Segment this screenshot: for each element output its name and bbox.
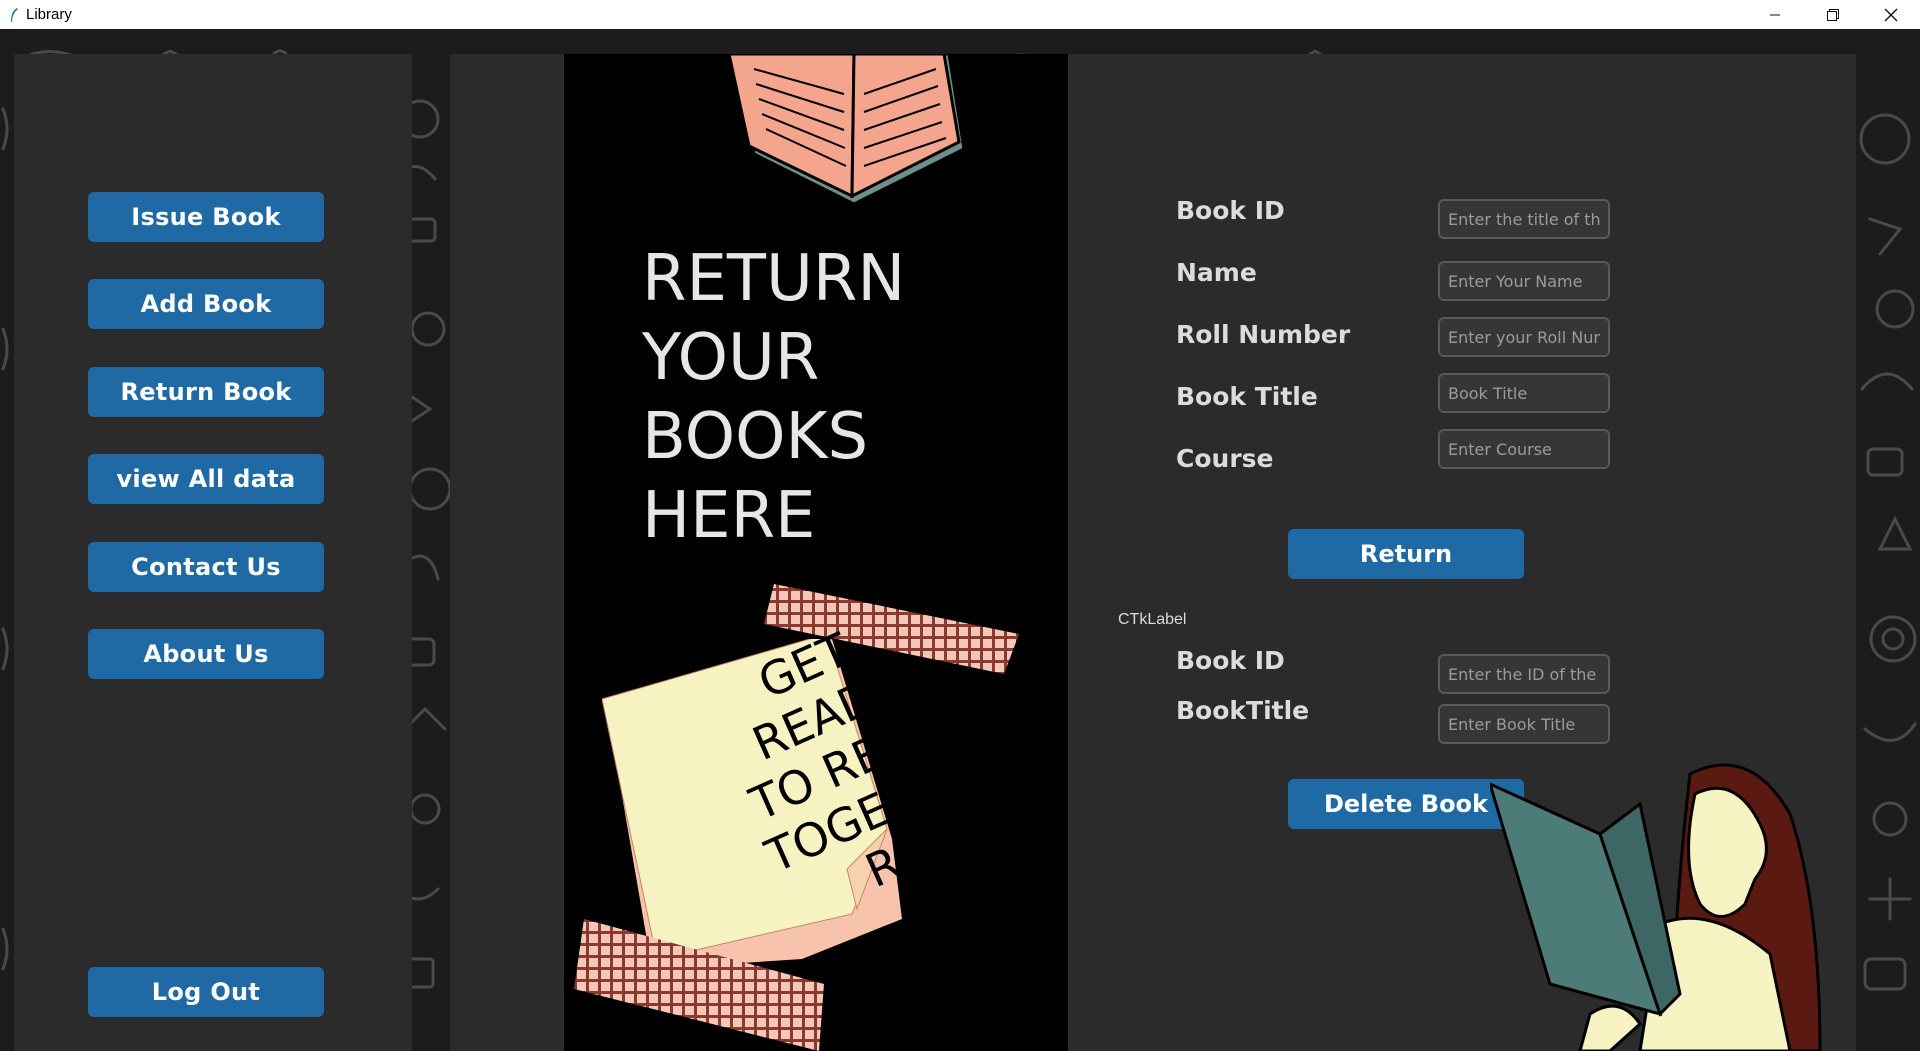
feather-icon: [0, 0, 28, 29]
delete-book-title-input[interactable]: [1438, 704, 1610, 744]
window-titlebar: Library: [0, 0, 1920, 29]
minimize-icon[interactable]: [1746, 0, 1804, 29]
headline-line: HERE: [642, 479, 816, 553]
name-label: Name: [1176, 258, 1257, 287]
open-book-illustration: [727, 54, 966, 206]
headline-line: RETURN: [642, 242, 906, 316]
return-book-button[interactable]: Return Book: [88, 367, 324, 417]
course-input[interactable]: [1438, 429, 1610, 469]
return-button[interactable]: Return: [1288, 529, 1524, 579]
log-out-button[interactable]: Log Out: [88, 967, 324, 1017]
delete-book-id-label: Book ID: [1176, 646, 1285, 675]
view-all-data-button[interactable]: view All data: [88, 454, 324, 504]
add-book-button[interactable]: Add Book: [88, 279, 324, 329]
roll-number-label: Roll Number: [1176, 320, 1351, 349]
issue-book-button[interactable]: Issue Book: [88, 192, 324, 242]
contact-us-button[interactable]: Contact Us: [88, 542, 324, 592]
restore-icon[interactable]: [1804, 0, 1862, 29]
course-label: Course: [1176, 444, 1274, 473]
delete-book-title-label: BookTitle: [1176, 696, 1310, 725]
close-icon[interactable]: [1862, 0, 1920, 29]
book-title-label: Book Title: [1176, 382, 1318, 411]
book-title-input[interactable]: [1438, 373, 1610, 413]
sidebar: Issue Book Add Book Return Book view All…: [14, 54, 412, 1051]
main-panel: RETURN YOUR BOOKS HERE GET READY TO READ…: [450, 54, 1856, 1051]
name-input[interactable]: [1438, 261, 1610, 301]
book-id-label: Book ID: [1176, 196, 1285, 225]
poster-image: RETURN YOUR BOOKS HERE GET READY TO READ…: [564, 54, 1068, 1051]
headline-line: BOOKS: [642, 400, 869, 474]
ctk-label: CTkLabel: [1118, 611, 1187, 628]
delete-book-id-input[interactable]: [1438, 654, 1610, 694]
about-us-button[interactable]: About Us: [88, 629, 324, 679]
tape-decoration: [574, 919, 824, 1051]
delete-book-button[interactable]: Delete Book: [1288, 779, 1524, 829]
headline-line: YOUR: [642, 321, 820, 395]
poster-headline: RETURN YOUR BOOKS HERE: [642, 240, 1022, 556]
window-title: Library: [26, 6, 72, 23]
book-id-input[interactable]: [1438, 199, 1610, 239]
roll-number-input[interactable]: [1438, 317, 1610, 357]
window-controls: [1746, 0, 1920, 29]
girl-reading-illustration: [1490, 763, 1822, 1051]
